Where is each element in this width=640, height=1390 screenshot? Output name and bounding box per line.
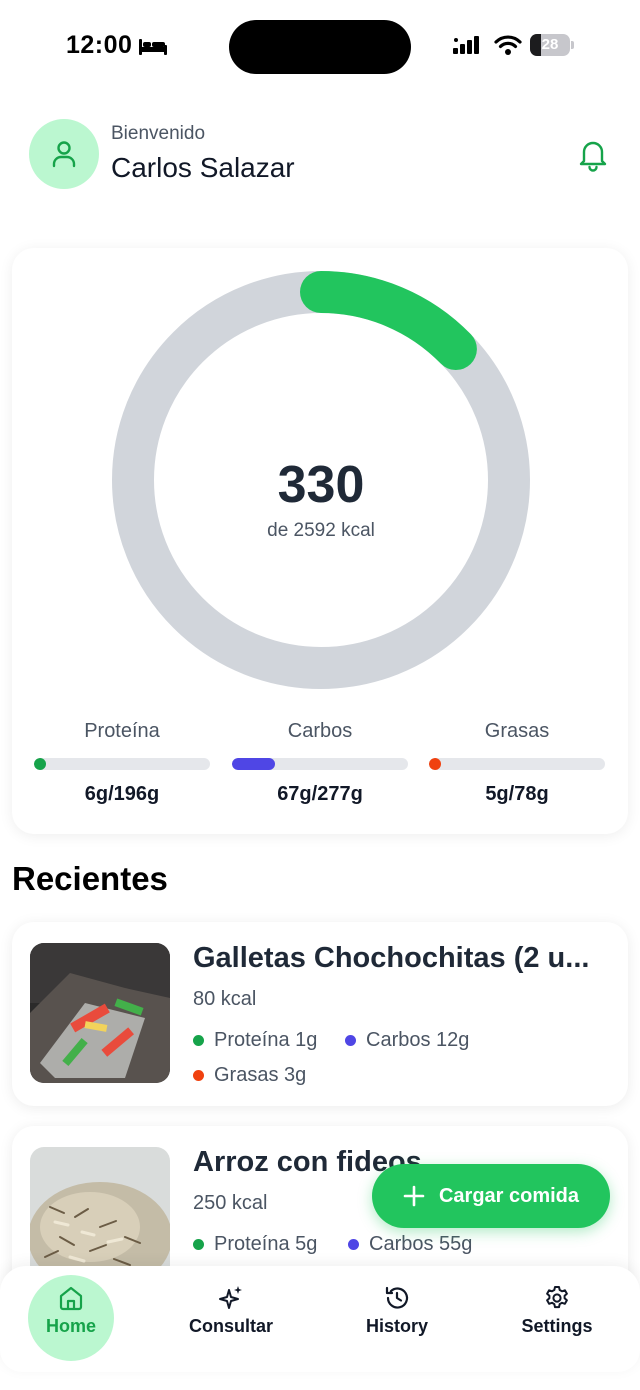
macro-progress-fill: [34, 758, 46, 770]
fat-dot-icon: [193, 1070, 204, 1081]
nav-label: History: [365, 1316, 428, 1336]
nav-item-history[interactable]: History: [360, 1284, 434, 1337]
calorie-ring: 330 de 2592 kcal: [111, 270, 531, 690]
meal-protein: Proteína 5g: [214, 1233, 318, 1255]
meal-carbs: Carbos 55g: [369, 1233, 473, 1255]
nav-item-settings[interactable]: Settings: [516, 1284, 598, 1337]
carbs-dot-icon: [348, 1239, 359, 1250]
signal-icon: [453, 36, 479, 54]
history-icon: [385, 1286, 409, 1309]
header: Bienvenido Carlos Salazar: [0, 118, 640, 192]
avatar[interactable]: [29, 119, 99, 189]
bed-icon: [139, 38, 168, 55]
macro-progress-track: [429, 758, 605, 770]
macro-fat: Grasas 5g/78g: [429, 720, 605, 806]
meal-carbs: Carbos 12g: [366, 1029, 470, 1051]
meal-protein: Proteína 1g: [214, 1029, 318, 1051]
nav-label: Consultar: [188, 1316, 273, 1336]
macro-label: Proteína: [84, 720, 160, 742]
bell-icon[interactable]: [575, 136, 611, 172]
meal-name: Galletas Chochochitas (2 u...: [193, 942, 590, 974]
calories-goal: de 2592 kcal: [267, 520, 375, 541]
macro-value: 5g/78g: [485, 783, 549, 805]
macro-progress-track: [34, 758, 210, 770]
macro-value: 67g/277g: [277, 783, 363, 805]
add-meal-button[interactable]: Cargar comida: [372, 1164, 610, 1228]
wifi-icon: [494, 35, 522, 55]
carbs-dot-icon: [345, 1035, 356, 1046]
nav-label: Home: [45, 1316, 96, 1336]
status-time-group: 12:00: [66, 31, 168, 60]
macro-progress-track: [232, 758, 408, 770]
status-time: 12:00: [66, 31, 133, 59]
user-name: Carlos Salazar: [111, 152, 295, 183]
status-indicators: 28: [452, 34, 574, 56]
calorie-summary-card: 330 de 2592 kcal Proteína 6g/196g Carbos…: [12, 248, 628, 834]
protein-dot-icon: [193, 1239, 204, 1250]
plus-icon: [403, 1185, 425, 1207]
meal-protein-tag: Proteína 1g: [193, 1029, 317, 1052]
meal-carbs-tag: Carbos 55g: [348, 1233, 472, 1256]
battery-level: 28: [541, 36, 559, 53]
nav-item-home[interactable]: Home: [40, 1284, 102, 1337]
protein-dot-icon: [193, 1035, 204, 1046]
recent-meal-card[interactable]: Galletas Chochochitas (2 u... 80 kcal Pr…: [12, 922, 628, 1106]
meal-kcal: 250 kcal: [193, 1192, 268, 1214]
calories-consumed: 330: [277, 456, 365, 514]
meal-fat: Grasas 3g: [214, 1064, 307, 1086]
macro-protein: Proteína 6g/196g: [34, 720, 210, 806]
macro-label: Grasas: [484, 720, 550, 742]
nav-label: Settings: [521, 1316, 593, 1336]
sparkles-icon: [219, 1286, 242, 1309]
recent-section-title: Recientes: [12, 860, 168, 897]
greeting-text: Bienvenido: [111, 123, 206, 144]
nav-item-consultar[interactable]: Consultar: [186, 1284, 276, 1337]
meal-carbs-tag: Carbos 12g: [345, 1029, 469, 1052]
macro-progress-fill: [429, 758, 441, 770]
status-bar: 12:00 28: [0, 0, 640, 96]
macro-label: Carbos: [287, 720, 353, 742]
battery-icon: 28: [530, 34, 574, 56]
user-icon: [52, 141, 76, 168]
gear-icon: [546, 1286, 568, 1309]
dynamic-island: [229, 20, 411, 74]
bottom-nav: Home Consultar History Settings: [0, 1266, 640, 1372]
home-icon: [59, 1286, 83, 1311]
meal-fat-tag: Grasas 3g: [193, 1064, 306, 1087]
add-meal-label: Cargar comida: [438, 1184, 580, 1207]
meal-protein-tag: Proteína 5g: [193, 1233, 317, 1256]
meal-kcal: 80 kcal: [193, 988, 257, 1010]
meal-photo: [30, 943, 170, 1083]
macro-carbs: Carbos 67g/277g: [232, 720, 408, 806]
macro-value: 6g/196g: [84, 783, 160, 805]
macro-progress-fill: [232, 758, 275, 770]
